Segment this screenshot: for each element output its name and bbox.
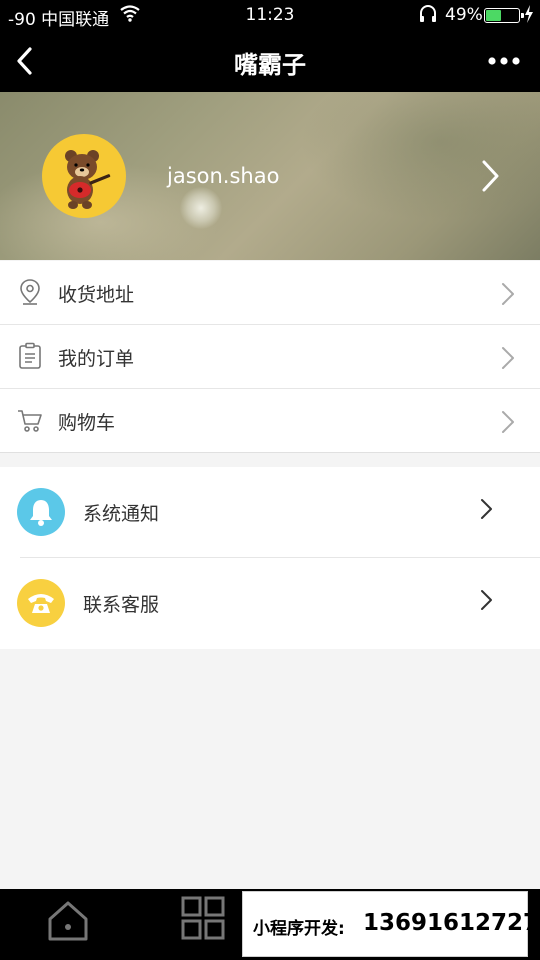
chevron-right-icon: [500, 409, 516, 435]
battery-icon: [484, 8, 524, 23]
avatar[interactable]: [42, 134, 126, 218]
status-bar: -90 中国联通 11:23 49%: [0, 0, 540, 30]
menu-item-orders[interactable]: 我的订单: [0, 325, 540, 389]
chevron-right-icon: [500, 281, 516, 307]
bolt-icon: [524, 5, 534, 28]
location-pin-icon: [17, 278, 43, 306]
service-item-label: 系统通知: [83, 503, 160, 525]
promo-phone: 13691612727: [363, 910, 540, 936]
nav-bar: 嘴霸子: [0, 30, 540, 92]
page-title: 嘴霸子: [234, 51, 306, 79]
dandelion-decoration: [180, 187, 222, 229]
promo-label: 小程序开发:: [253, 919, 345, 939]
chevron-right-icon: [500, 345, 516, 371]
chevron-right-icon: [478, 588, 494, 612]
chevron-right-icon: [478, 497, 494, 521]
menu-list: 收货地址 我的订单 购物车: [0, 261, 540, 453]
phone-icon: [17, 579, 65, 627]
bear-guitar-avatar: [65, 150, 111, 209]
service-item-customer-service[interactable]: 联系客服: [0, 558, 540, 648]
profile-header[interactable]: jason.shao: [0, 92, 540, 260]
menu-item-label: 我的订单: [58, 348, 135, 370]
menu-item-label: 收货地址: [58, 284, 135, 306]
more-dots-icon[interactable]: [484, 48, 524, 74]
promo-banner[interactable]: 小程序开发: 13691612727: [242, 891, 539, 957]
background-blur: [300, 92, 540, 222]
bell-icon: [17, 488, 65, 536]
headphones-icon: [419, 4, 437, 29]
home-icon[interactable]: [44, 897, 92, 945]
service-item-notifications[interactable]: 系统通知: [0, 467, 540, 557]
menu-item-address[interactable]: 收货地址: [0, 261, 540, 325]
menu-item-label: 购物车: [58, 412, 116, 434]
chevron-right-icon[interactable]: [478, 158, 502, 194]
menu-item-cart[interactable]: 购物车: [0, 389, 540, 453]
battery-percent: 49%: [445, 5, 483, 25]
services-section: 系统通知 联系客服: [0, 467, 540, 649]
service-item-label: 联系客服: [83, 594, 160, 616]
grid-icon[interactable]: [180, 895, 228, 943]
username: jason.shao: [167, 164, 280, 188]
shopping-cart-icon: [17, 406, 43, 434]
order-clipboard-icon: [17, 342, 43, 370]
